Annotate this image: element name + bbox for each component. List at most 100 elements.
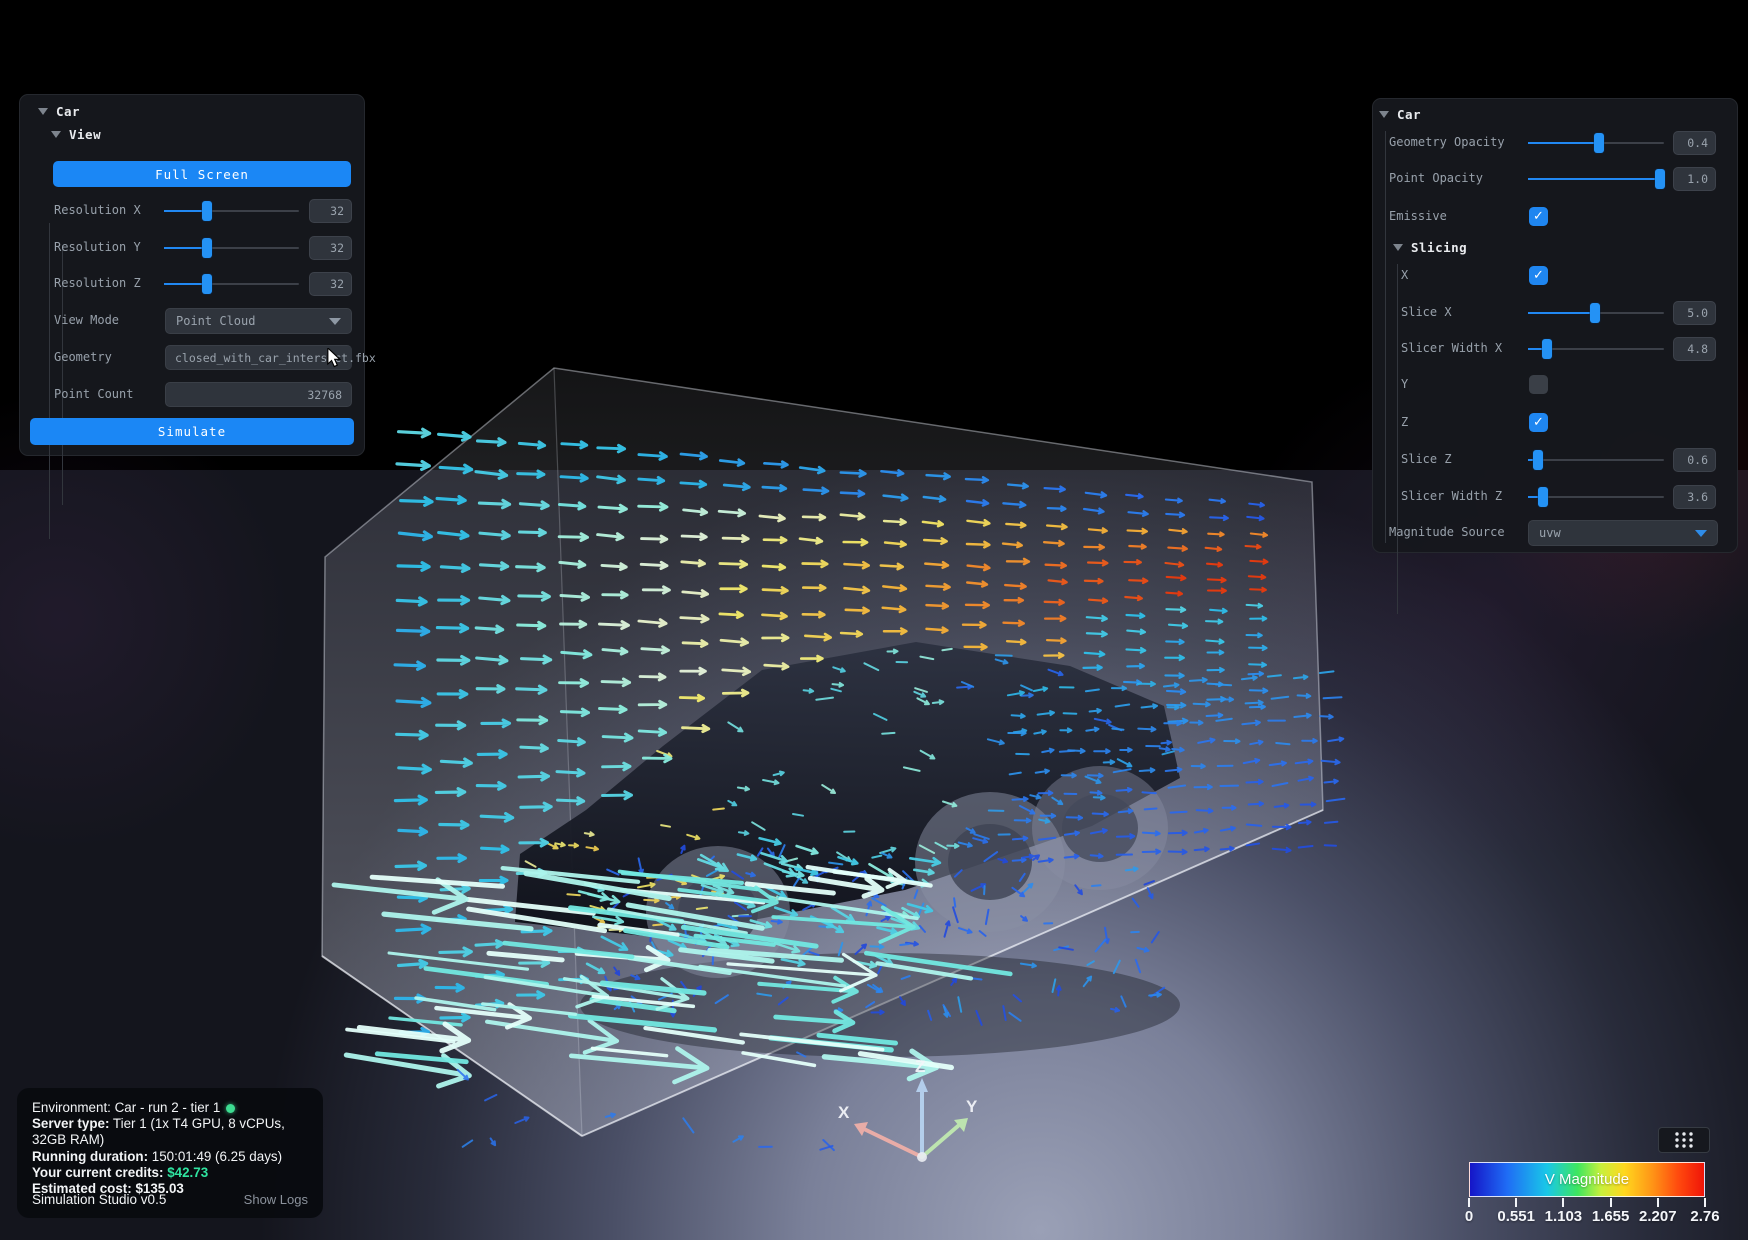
left-resolution-x-label: Resolution X: [54, 203, 141, 217]
legend-tick-label: 2.76: [1690, 1208, 1719, 1225]
left-resolution-y-value[interactable]: 32: [309, 236, 352, 260]
legend-tick-label: 2.207: [1639, 1208, 1677, 1225]
right-point-opacity-slider-handle[interactable]: [1655, 169, 1665, 189]
right-slice-z-label: Slice Z: [1401, 452, 1452, 466]
left-geometry-field[interactable]: closed_with_car_intersect.fbx: [165, 345, 352, 370]
left-resolution-z-slider-handle[interactable]: [202, 274, 212, 294]
right-geometry-opacity-slider-track[interactable]: [1528, 142, 1664, 144]
left-panel-title: Car: [56, 104, 80, 119]
right-slice-z-value[interactable]: 0.6: [1673, 448, 1716, 472]
left-resolution-z-value[interactable]: 32: [309, 272, 352, 296]
legend-tick-label: 0.551: [1497, 1208, 1535, 1225]
right-slicer-width-z-label: Slicer Width Z: [1401, 489, 1502, 503]
grid-view-button[interactable]: [1658, 1127, 1710, 1153]
right-x-checkbox[interactable]: ✓: [1529, 266, 1548, 285]
grid-icon: [1673, 1131, 1695, 1149]
duration-line: Running duration: 150:01:49 (6.25 days): [32, 1149, 308, 1165]
chevron-down-icon: [329, 318, 341, 325]
legend-tick-label: 1.103: [1545, 1208, 1583, 1225]
right-y-label: Y: [1401, 377, 1408, 391]
legend-gradient-bar: V Magnitude: [1469, 1162, 1705, 1197]
left-resolution-x-slider-track[interactable]: [164, 210, 299, 212]
right-point-opacity-value[interactable]: 1.0: [1673, 167, 1716, 191]
right-slicer-width-x-slider-track[interactable]: [1528, 348, 1664, 350]
view-section-header[interactable]: View: [51, 127, 101, 142]
simulate-button[interactable]: Simulate: [30, 418, 354, 445]
legend-tick: [1704, 1198, 1706, 1207]
right-settings-panel: Car Geometry Opacity 0.4 Point Opacity 1.0 E…: [1372, 98, 1738, 553]
show-logs-link[interactable]: Show Logs: [244, 1192, 308, 1208]
right-slicing-header[interactable]: Slicing: [1393, 240, 1467, 255]
left-point-count-label: Point Count: [54, 387, 133, 401]
left-resolution-z-slider-fill: [164, 283, 207, 285]
left-point-count-field[interactable]: 32768: [165, 382, 352, 407]
right-geometry-opacity-value[interactable]: 0.4: [1673, 131, 1716, 155]
left-resolution-x-value[interactable]: 32: [309, 199, 352, 223]
right-y-checkbox[interactable]: [1529, 375, 1548, 394]
right-slice-x-value[interactable]: 5.0: [1673, 301, 1716, 325]
right-emissive-label: Emissive: [1389, 209, 1447, 223]
right-magnitude-source-dropdown[interactable]: uvw: [1528, 520, 1718, 546]
right-geometry-opacity-slider-fill: [1528, 142, 1599, 144]
right-point-opacity-slider-fill: [1528, 178, 1660, 180]
left-settings-panel: Car View Full Screen Resolution X 32 Resol…: [19, 94, 365, 456]
right-slicer-width-x-value[interactable]: 4.8: [1673, 337, 1716, 361]
left-geometry-text: closed_with_car_intersect.fbx: [175, 351, 376, 365]
right-slicer-width-z-value[interactable]: 3.6: [1673, 485, 1716, 509]
collapse-icon[interactable]: [1393, 244, 1403, 251]
right-point-opacity-label: Point Opacity: [1389, 171, 1483, 185]
left-resolution-z-label: Resolution Z: [54, 276, 141, 290]
legend-tick: [1515, 1198, 1517, 1207]
right-z-checkbox[interactable]: ✓: [1529, 413, 1548, 432]
collapse-icon[interactable]: [51, 131, 61, 138]
right-slice-x-slider-handle[interactable]: [1590, 303, 1600, 323]
legend-tick-label: 1.655: [1592, 1208, 1630, 1225]
right-slice-z-slider-handle[interactable]: [1533, 450, 1543, 470]
left-resolution-z-slider-track[interactable]: [164, 283, 299, 285]
right-slicer-width-x-slider-handle[interactable]: [1542, 339, 1552, 359]
right-point-opacity-slider-track[interactable]: [1528, 178, 1664, 180]
magnitude-legend: V Magnitude 00.5511.1031.6552.2072.76: [1469, 1162, 1705, 1197]
collapse-icon[interactable]: [38, 108, 48, 115]
right-slice-z-slider-track[interactable]: [1528, 459, 1664, 461]
right-slice-x-label: Slice X: [1401, 305, 1452, 319]
left-resolution-y-slider-track[interactable]: [164, 247, 299, 249]
left-resolution-y-slider-handle[interactable]: [202, 238, 212, 258]
right-panel-header[interactable]: Car: [1379, 107, 1421, 122]
left-point-count-text: 32768: [307, 388, 342, 402]
legend-tick: [1562, 1198, 1564, 1207]
mouse-cursor: [326, 348, 344, 368]
left-resolution-y-slider-fill: [164, 247, 207, 249]
legend-tick-label: 0: [1465, 1208, 1473, 1225]
left-view-mode-dropdown[interactable]: Point Cloud: [165, 308, 352, 334]
right-x-label: X: [1401, 268, 1408, 282]
collapse-icon[interactable]: [1379, 111, 1389, 118]
left-geometry-label: Geometry: [54, 350, 112, 364]
right-slice-x-slider-track[interactable]: [1528, 312, 1664, 314]
right-emissive-checkbox[interactable]: ✓: [1529, 207, 1548, 226]
right-panel-title: Car: [1397, 107, 1421, 122]
right-geometry-opacity-slider-handle[interactable]: [1594, 133, 1604, 153]
check-icon: ✓: [1533, 269, 1544, 282]
left-resolution-y-label: Resolution Y: [54, 240, 141, 254]
legend-tick: [1610, 1198, 1612, 1207]
check-icon: ✓: [1533, 416, 1544, 429]
fullscreen-button[interactable]: Full Screen: [53, 161, 351, 187]
legend-tick: [1468, 1198, 1470, 1207]
left-resolution-x-slider-fill: [164, 210, 207, 212]
view-section-title: View: [69, 127, 101, 142]
app-version: Simulation Studio v0.5: [32, 1192, 166, 1208]
right-geometry-opacity-label: Geometry Opacity: [1389, 135, 1505, 149]
right-magnitude-source-selected: uvw: [1539, 526, 1561, 540]
left-resolution-x-slider-handle[interactable]: [202, 201, 212, 221]
left-panel-header[interactable]: Car: [38, 104, 80, 119]
right-slicer-width-z-slider-handle[interactable]: [1538, 487, 1548, 507]
axis-label-y: Y: [966, 1097, 978, 1116]
environment-line: Environment: Car - run 2 - tier 1: [32, 1100, 308, 1116]
right-slicing-title: Slicing: [1411, 240, 1467, 255]
right-slicer-width-x-label: Slicer Width X: [1401, 341, 1502, 355]
axis-label-x: X: [838, 1103, 850, 1122]
right-slice-x-slider-fill: [1528, 312, 1595, 314]
right-slicer-width-z-slider-track[interactable]: [1528, 496, 1664, 498]
server-line: Server type: Tier 1 (1x T4 GPU, 8 vCPUs,…: [32, 1116, 308, 1148]
